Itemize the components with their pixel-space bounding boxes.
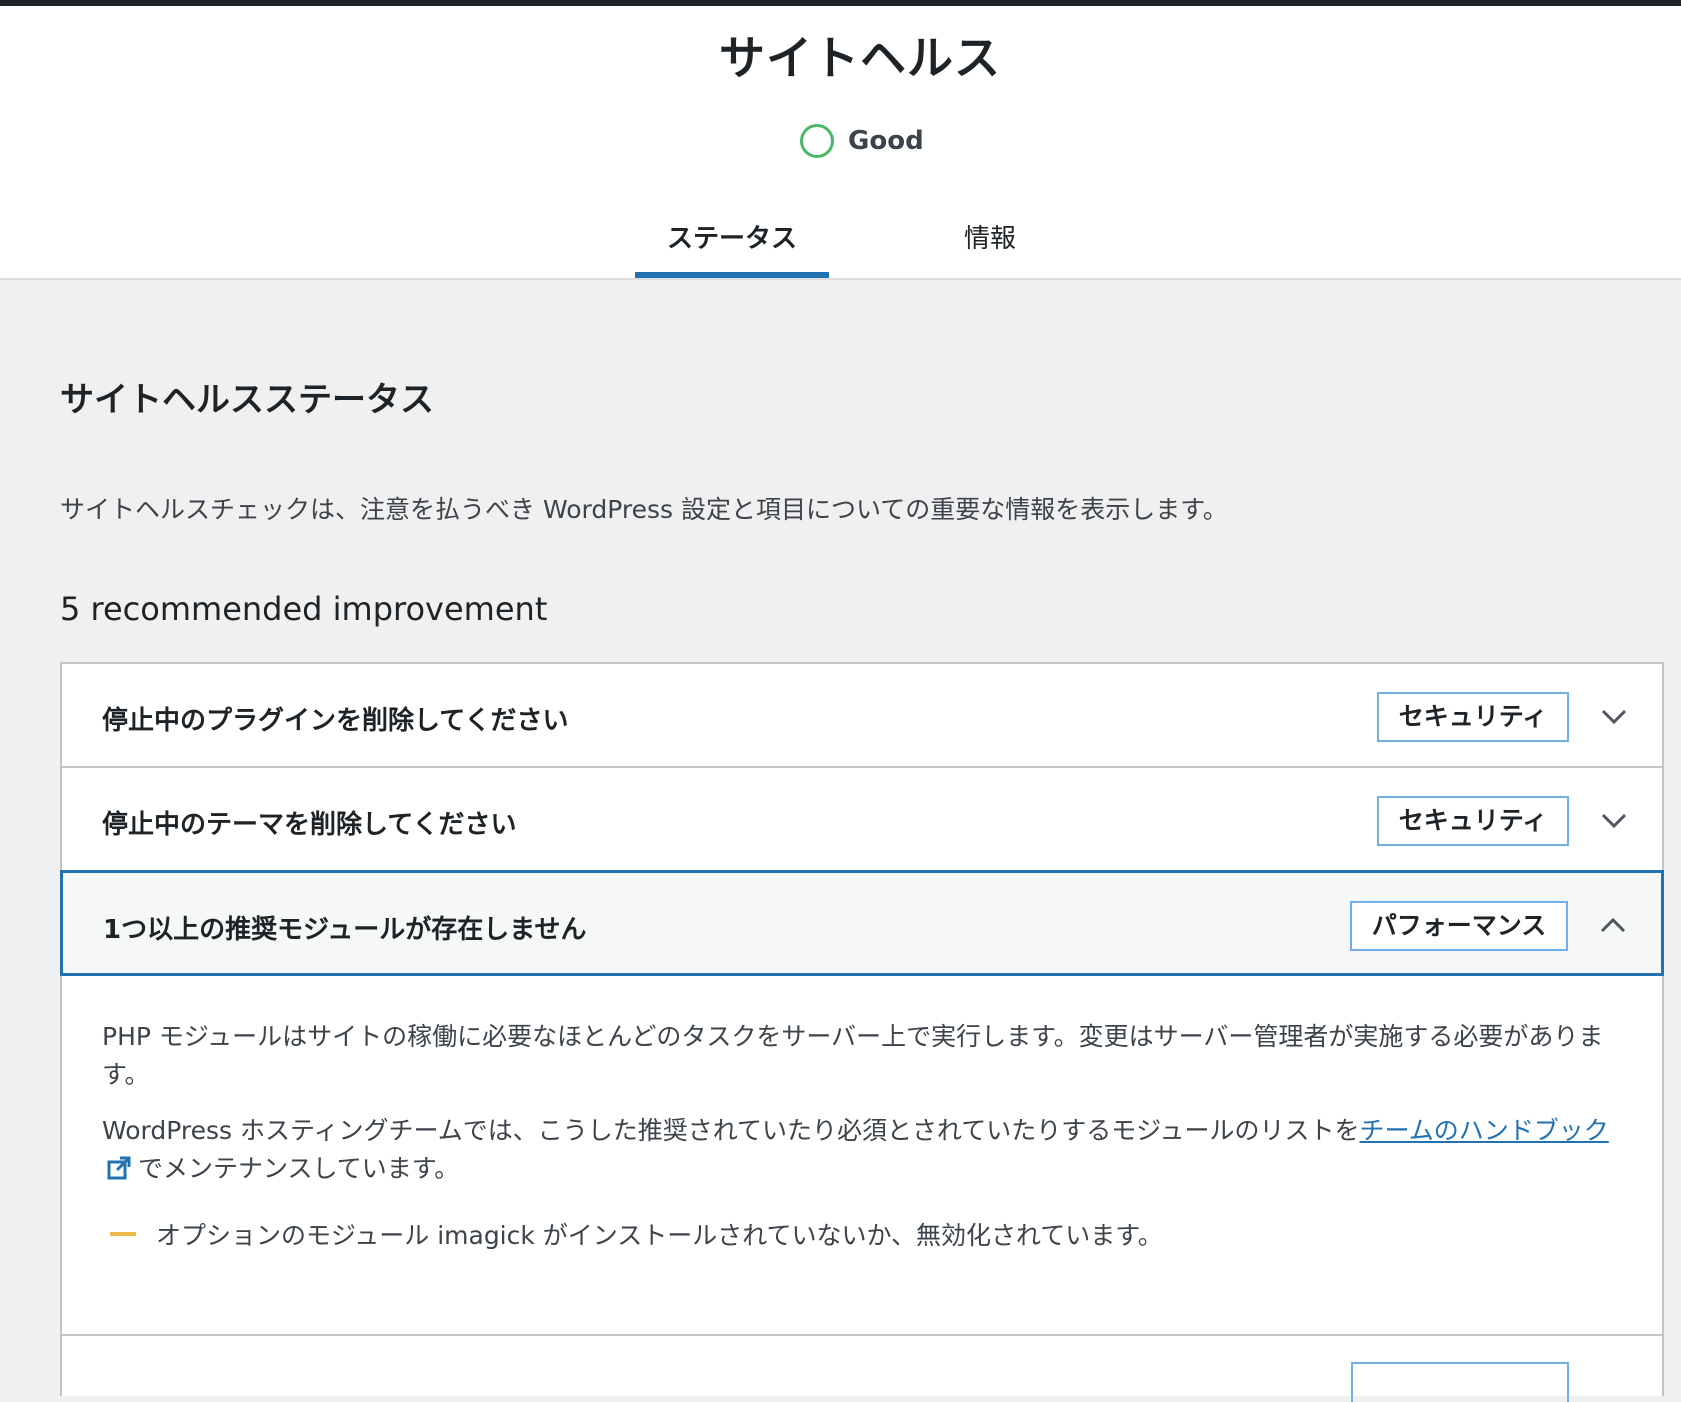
section-title: サイトヘルスステータス <box>60 380 434 420</box>
external-link-icon[interactable] <box>106 1155 132 1181</box>
warning-text: オプションのモジュール imagick がインストールされていないか、無効化され… <box>156 1221 1163 1250</box>
status-circle-icon <box>800 124 834 158</box>
improvements-count: 5 recommended improvement <box>60 590 548 628</box>
accordion-item-title: 停止中のテーマを削除してください <box>102 810 517 840</box>
chevron-up-icon[interactable] <box>1599 911 1627 939</box>
site-health-status: Good <box>800 121 924 161</box>
section-description: サイトヘルスチェックは、注意を払うべき WordPress 設定と項目についての… <box>60 495 1228 524</box>
accordion-panel-php-modules: PHP モジュールはサイトの稼働に必要なほとんどのタスクをサーバー上で実行します… <box>62 976 1662 1336</box>
warning-dash-icon <box>110 1232 136 1236</box>
warning-item: オプションのモジュール imagick がインストールされていないか、無効化され… <box>102 1216 1622 1252</box>
paragraph-text: WordPress ホスティングチームでは、こうした推奨されていたり必須とされて… <box>102 1116 1360 1145</box>
chevron-down-icon[interactable] <box>1600 702 1628 730</box>
page-header: サイトヘルス Good ステータス 情報 <box>0 6 1681 280</box>
chevron-down-icon[interactable] <box>1600 806 1628 834</box>
issues-accordion: 停止中のプラグインを削除してください セキュリティ 停止中のテーマを削除してくだ… <box>60 662 1664 1402</box>
category-badge: セキュリティ <box>1377 796 1569 846</box>
accordion-item-next[interactable] <box>62 1336 1662 1402</box>
page-title: サイトヘルス <box>719 31 1001 85</box>
tab-bar: ステータス 情報 <box>0 206 1681 278</box>
tab-status[interactable]: ステータス <box>635 218 829 278</box>
category-badge: セキュリティ <box>1377 692 1569 742</box>
category-badge: パフォーマンス <box>1350 901 1568 951</box>
accordion-item-inactive-plugins[interactable]: 停止中のプラグインを削除してください セキュリティ <box>62 664 1662 768</box>
accordion-item-inactive-themes[interactable]: 停止中のテーマを削除してください セキュリティ <box>62 768 1662 872</box>
panel-paragraph: PHP モジュールはサイトの稼働に必要なほとんどのタスクをサーバー上で実行します… <box>102 1022 1604 1089</box>
handbook-link[interactable]: チームのハンドブック <box>1360 1116 1609 1145</box>
accordion-item-title: 1つ以上の推奨モジュールが存在しません <box>103 915 587 945</box>
panel-paragraph-handbook: WordPress ホスティングチームでは、こうした推奨されていたり必須とされて… <box>102 1112 1622 1188</box>
category-badge <box>1351 1362 1569 1402</box>
paragraph-text: でメンテナンスしています。 <box>138 1154 460 1183</box>
accordion-item-title: 停止中のプラグインを削除してください <box>102 706 569 736</box>
tab-info[interactable]: 情報 <box>940 218 1040 255</box>
status-label: Good <box>848 126 924 156</box>
accordion-item-php-modules[interactable]: 1つ以上の推奨モジュールが存在しません パフォーマンス <box>60 870 1664 976</box>
